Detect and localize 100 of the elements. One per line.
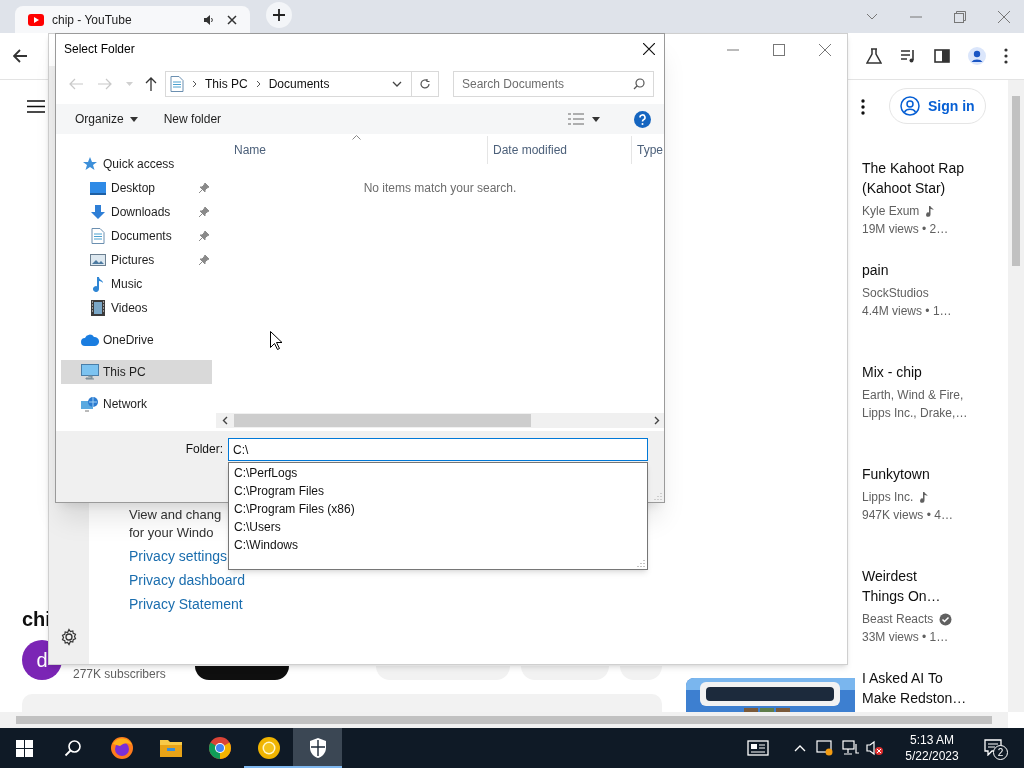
chevron-down-icon[interactable] [392, 81, 402, 87]
pin-icon [199, 183, 209, 193]
suggestion-item[interactable]: C:\Users [229, 518, 647, 536]
chevron-right-icon[interactable] [654, 416, 660, 425]
nav-item[interactable]: Quick access [61, 152, 212, 176]
nav-item[interactable]: Downloads [61, 200, 212, 224]
privacy-link[interactable]: Privacy settings [129, 546, 228, 566]
verified-icon [939, 612, 953, 626]
resize-grip-icon[interactable] [637, 559, 645, 567]
suggestion-item[interactable]: C:\Windows [229, 536, 647, 554]
address-bar[interactable]: This PC Documents [165, 71, 439, 97]
suggestion-item[interactable]: C:\Program Files [229, 482, 647, 500]
speaker-icon [203, 13, 215, 26]
tab-title: chip - YouTube [52, 11, 132, 29]
more-icon[interactable] [861, 99, 865, 115]
video-meta: Beast Reacts [862, 611, 934, 628]
arrow-down-icon [90, 204, 106, 220]
close-icon[interactable] [643, 43, 655, 55]
video-title[interactable]: Mix - chip [862, 362, 1008, 382]
video-meta: Kyle Exum [862, 203, 920, 220]
help-icon[interactable] [634, 110, 651, 128]
browser-tab[interactable]: chip - YouTube [15, 6, 250, 33]
maximize-icon[interactable] [773, 44, 785, 56]
pin-icon [199, 207, 209, 217]
video-title[interactable]: Weirdest Things On… [862, 566, 1008, 606]
dark-button[interactable] [195, 666, 289, 680]
privacy-link[interactable]: Privacy dashboard [129, 570, 245, 590]
resize-grip-icon[interactable] [654, 492, 662, 500]
video-title[interactable]: The Kahoot Rap (Kahoot Star) [862, 158, 1008, 198]
chevron-left-icon[interactable] [222, 416, 228, 425]
browser-icon [109, 736, 134, 760]
dialog-title: Select Folder [64, 41, 135, 58]
search-input[interactable]: Search Documents [462, 75, 633, 93]
arrow-right-icon [98, 78, 112, 90]
nav-item[interactable]: Music [61, 272, 212, 296]
new-tab-button[interactable] [266, 2, 292, 28]
folder-field[interactable]: C:\ [228, 438, 648, 461]
horizontal-scrollbar[interactable] [0, 712, 1008, 728]
nav-item[interactable]: Network [61, 392, 212, 416]
volume-muted-icon[interactable] [866, 740, 884, 756]
nav-item[interactable]: Desktop [61, 176, 212, 200]
suggestion-item[interactable]: C:\PerfLogs [229, 464, 647, 482]
search-field[interactable]: Search Documents [453, 71, 654, 97]
refresh-icon[interactable] [419, 78, 431, 90]
empty-message: No items match your search. [363, 180, 517, 197]
description-text: for your Windo [129, 524, 214, 542]
security-icon[interactable] [816, 740, 834, 756]
breadcrumb-item[interactable]: This PC [205, 75, 248, 93]
image-icon [90, 253, 106, 267]
chevron-up-icon[interactable] [794, 744, 806, 752]
film-icon [91, 300, 105, 316]
nav-item[interactable]: OneDrive [61, 328, 212, 352]
notification-icon[interactable] [984, 738, 1002, 756]
start-icon [15, 739, 33, 757]
playlist-icon[interactable] [900, 48, 916, 64]
network-icon [81, 396, 99, 412]
chevron-right-icon[interactable] [192, 80, 197, 88]
close-icon[interactable] [227, 14, 237, 25]
caret-down-icon[interactable] [592, 116, 600, 122]
chevron-right-icon[interactable] [255, 80, 261, 88]
privacy-link[interactable]: Privacy Statement [129, 594, 243, 614]
column-header[interactable]: Date modified [487, 136, 631, 164]
video-title[interactable]: pain [862, 260, 1008, 280]
video-meta: Earth, Wind & Fire, [862, 387, 964, 404]
clock-date[interactable]: 5/22/2023 [905, 748, 959, 764]
cloud-icon [81, 334, 99, 346]
computer-icon [81, 364, 99, 380]
more-icon[interactable] [1004, 48, 1008, 64]
profile-icon[interactable] [968, 47, 986, 65]
back-arrow-icon[interactable] [13, 49, 27, 63]
settings-icon[interactable] [60, 628, 78, 646]
column-header[interactable]: Name [216, 136, 487, 164]
restore-icon[interactable] [954, 10, 966, 23]
clock-time[interactable]: 5:13 AM [910, 732, 954, 748]
column-header[interactable]: Type [631, 136, 664, 164]
document-icon [91, 228, 105, 244]
flask-icon[interactable] [866, 48, 882, 64]
breadcrumb-item[interactable]: Documents [268, 75, 330, 93]
nav-item[interactable]: Pictures [61, 248, 212, 272]
side-panel-icon[interactable] [934, 48, 950, 64]
video-title[interactable]: I Asked AI To Make Redston… [862, 668, 1008, 708]
nav-item[interactable]: This PC [61, 360, 212, 384]
search-icon [63, 739, 82, 757]
vertical-scrollbar[interactable] [1008, 80, 1024, 712]
nav-item[interactable]: Videos [61, 296, 212, 320]
horizontal-scrollbar[interactable] [216, 413, 664, 428]
video-meta: Lipps Inc. [862, 489, 914, 506]
folder-label: Folder: [184, 441, 223, 458]
command-button[interactable]: Organize [75, 110, 138, 128]
network-icon[interactable] [842, 740, 860, 756]
taskbar-button[interactable] [293, 728, 342, 768]
command-button[interactable]: New folder [163, 110, 222, 128]
star-icon [82, 156, 98, 172]
news-icon[interactable] [747, 740, 769, 756]
video-title[interactable]: Funkytown [862, 464, 1008, 484]
suggestion-item[interactable]: C:\Program Files (x86) [229, 500, 647, 518]
nav-item[interactable]: Documents [61, 224, 212, 248]
video-meta: Lipps Inc., Drake,… [862, 405, 968, 422]
menu-icon[interactable] [27, 100, 45, 113]
video-meta: 33M views • 1… [862, 629, 949, 646]
